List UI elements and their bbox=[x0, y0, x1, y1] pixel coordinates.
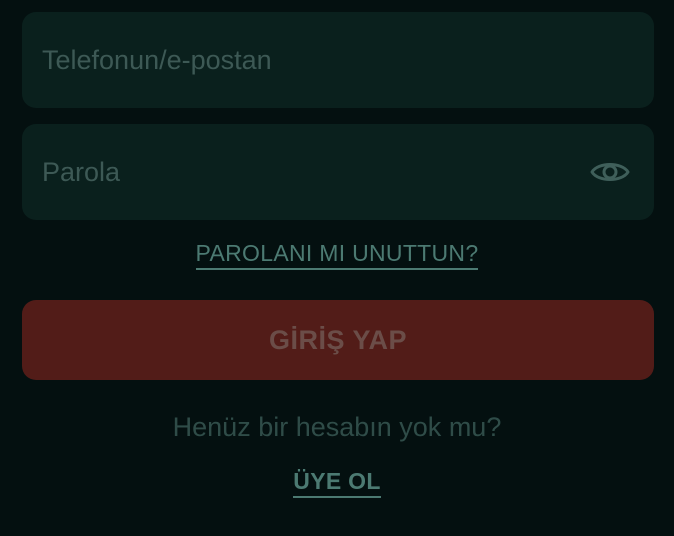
login-button[interactable]: GİRİŞ YAP bbox=[22, 300, 654, 380]
signup-link[interactable]: ÜYE OL bbox=[293, 468, 381, 498]
eye-icon[interactable] bbox=[590, 155, 630, 189]
login-page: PAROLANI MI UNUTTUN? GİRİŞ YAP Henüz bir… bbox=[0, 0, 674, 536]
signup-row: ÜYE OL bbox=[0, 468, 674, 498]
phone-email-field-container bbox=[22, 12, 654, 108]
forgot-password-row: PAROLANI MI UNUTTUN? bbox=[0, 240, 674, 270]
forgot-password-link[interactable]: PAROLANI MI UNUTTUN? bbox=[195, 240, 479, 270]
password-input[interactable] bbox=[22, 124, 654, 220]
password-field-container bbox=[22, 124, 654, 220]
phone-email-input[interactable] bbox=[22, 12, 654, 108]
no-account-text: Henüz bir hesabın yok mu? bbox=[172, 412, 502, 442]
